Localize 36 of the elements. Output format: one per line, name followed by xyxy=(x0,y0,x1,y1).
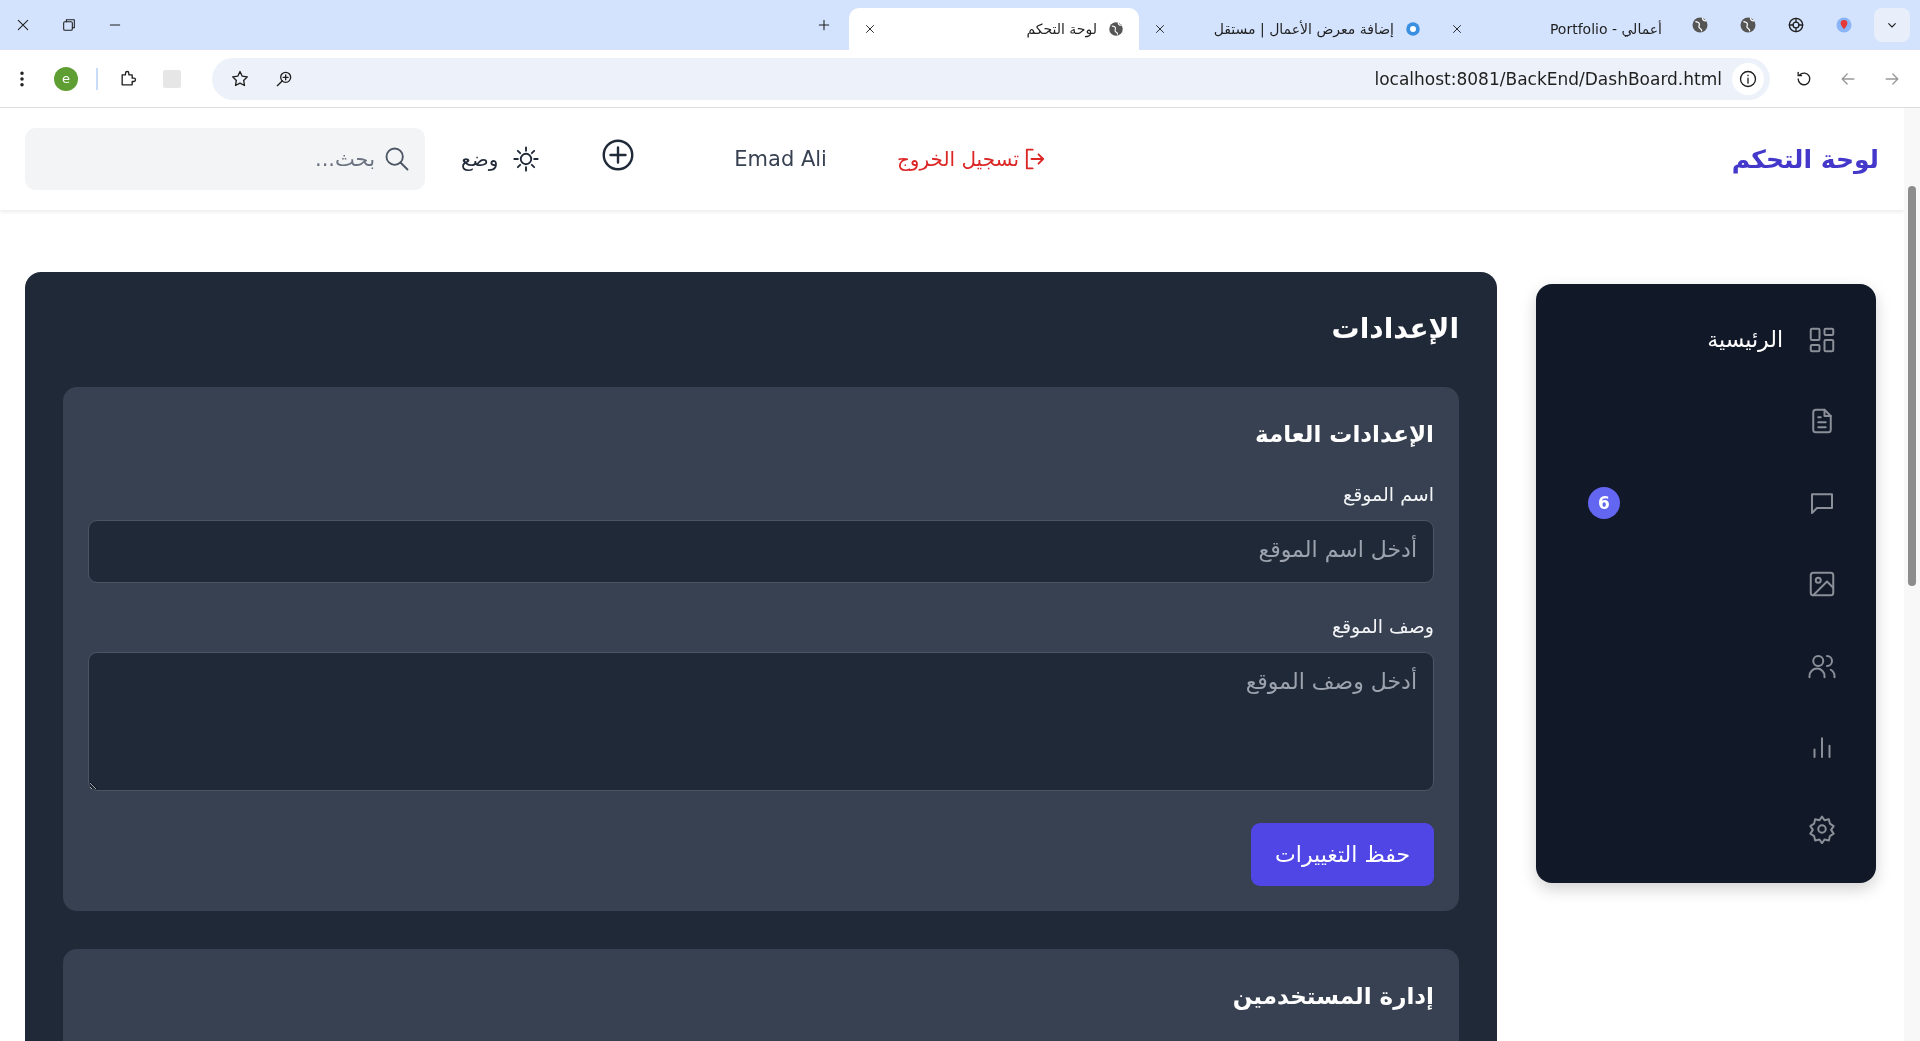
info-icon[interactable] xyxy=(1738,68,1758,89)
field-label: وصف الموقع xyxy=(1330,615,1434,637)
close-icon[interactable] xyxy=(15,17,31,33)
url-text[interactable]: localhost:8081/BackEnd/DashBoard.html xyxy=(306,68,1732,89)
browser-tab[interactable]: إضافة معرض الأعمال | مستقل xyxy=(1139,8,1436,50)
close-tab-icon[interactable] xyxy=(863,22,877,36)
search-icon[interactable] xyxy=(383,145,411,173)
globe-icon xyxy=(1107,20,1125,38)
tab-title: لوحة التحكم xyxy=(1025,21,1097,37)
plus-icon[interactable] xyxy=(816,17,832,33)
sun-icon[interactable] xyxy=(512,145,541,173)
close-tab-icon[interactable] xyxy=(1153,22,1167,36)
address-bar[interactable]: localhost:8081/BackEnd/DashBoard.html xyxy=(212,57,1770,100)
textarea-field[interactable]: أدخل وصف الموقع xyxy=(88,652,1434,791)
browser-tab[interactable]: لوحة التحكم xyxy=(849,8,1139,50)
count-badge: 6 xyxy=(1588,486,1620,519)
scrollbar[interactable] xyxy=(1904,108,1920,1041)
save-button[interactable]: حفظ التغييرات xyxy=(1251,823,1434,886)
restore-icon[interactable] xyxy=(61,17,77,33)
theme-toggle[interactable]: وضع xyxy=(461,145,541,173)
settings-icon[interactable] xyxy=(1807,813,1837,844)
page-title: الإعدادات xyxy=(1330,312,1459,345)
brand-title[interactable]: لوحة التحكم xyxy=(1731,144,1879,174)
close-tab-icon[interactable] xyxy=(1450,22,1464,36)
section-title: الإعدادات العامة xyxy=(1253,421,1434,447)
tab-title: إضافة معرض الأعمال | مستقل xyxy=(1212,21,1394,37)
input-field[interactable]: أدخل اسم الموقع xyxy=(88,520,1434,583)
section-title: إدارة المستخدمين xyxy=(1231,983,1434,1009)
logout-link[interactable]: تسجيل الخروج xyxy=(896,145,1049,173)
circle-icon xyxy=(1404,20,1422,38)
field-label: اسم الموقع xyxy=(1342,483,1434,505)
tab-title: أعمالي - Portfolio xyxy=(1548,21,1662,37)
user-name: Emad Ali xyxy=(734,147,827,171)
nav-item[interactable]: الرئيسية xyxy=(1707,327,1783,353)
browser-tab[interactable]: أعمالي - Portfolio xyxy=(1436,8,1676,50)
search-field[interactable]: بحث... xyxy=(25,128,425,190)
